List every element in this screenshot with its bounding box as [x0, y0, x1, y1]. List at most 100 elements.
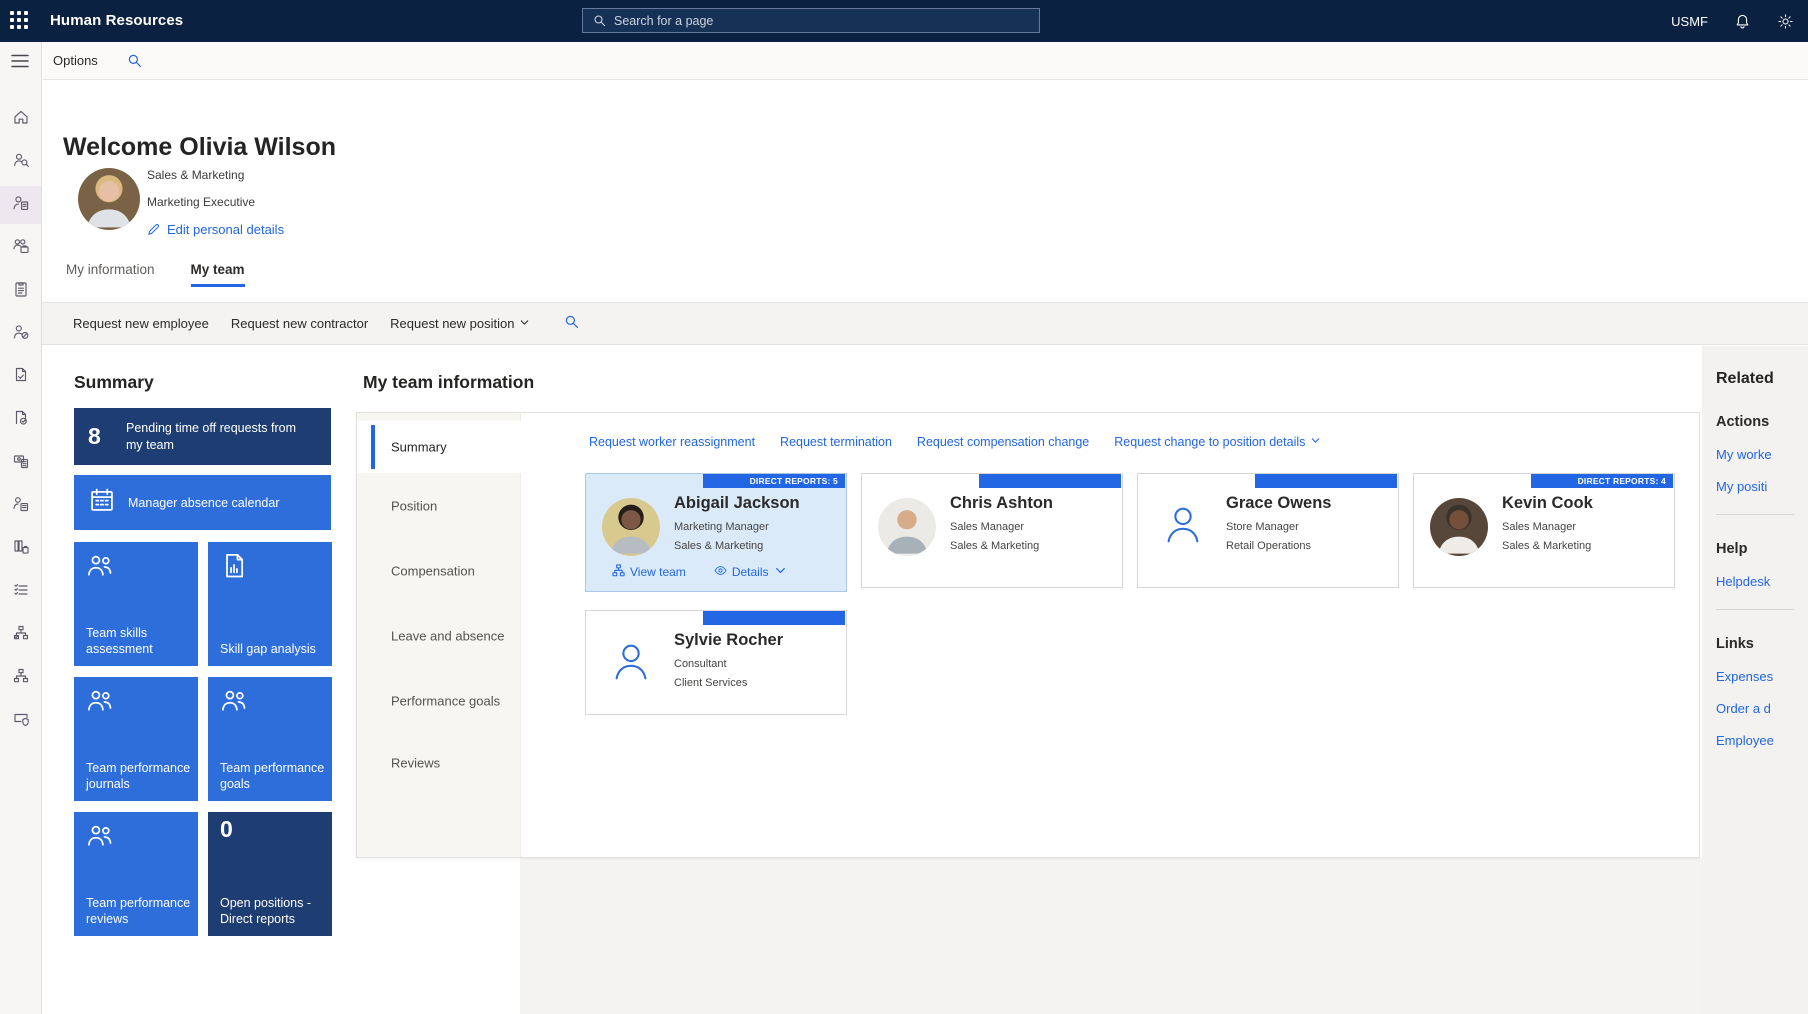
action-link-label: Request change to position details: [1114, 435, 1305, 449]
sidebar-item-person-absence[interactable]: [0, 315, 41, 353]
team-tab-performance-goals[interactable]: Performance goals: [391, 694, 500, 709]
sidebar-item-team-briefcase[interactable]: [0, 229, 41, 267]
details-link[interactable]: Details: [714, 564, 787, 580]
related-link-employee[interactable]: Employee: [1716, 733, 1808, 748]
sidebar-item-compliance-shield[interactable]: [0, 702, 41, 740]
employee-card-abigail-jackson[interactable]: DIRECT REPORTS: 5Abigail JacksonMarketin…: [585, 473, 847, 592]
calendar-icon: [88, 486, 128, 519]
toolbar-search-icon[interactable]: [564, 314, 579, 334]
profile-tabs: My information My team: [66, 262, 245, 287]
page-title: Welcome Olivia Wilson: [63, 133, 336, 162]
action-request-worker-reassignment[interactable]: Request worker reassignment: [589, 435, 755, 449]
people-icon: [86, 552, 114, 585]
tab-my-information[interactable]: My information: [66, 262, 155, 287]
employee-card-kevin-cook[interactable]: DIRECT REPORTS: 4Kevin CookSales Manager…: [1413, 473, 1675, 588]
employee-card-chris-ashton[interactable]: Chris AshtonSales ManagerSales & Marketi…: [861, 473, 1123, 588]
tile-open-positions-direct-reports[interactable]: 0Open positions - Direct reports: [208, 812, 332, 936]
tab-my-team[interactable]: My team: [191, 262, 245, 287]
related-section-help: Help: [1716, 541, 1808, 557]
related-link-my-worke[interactable]: My worke: [1716, 447, 1808, 462]
tile-team-performance-goals[interactable]: Team performance goals: [208, 677, 332, 801]
tile-label: Team performance journals: [86, 760, 192, 792]
settings-gear-icon[interactable]: [1777, 13, 1794, 30]
employee-name: Chris Ashton: [950, 494, 1053, 513]
tile-team-skills-assessment[interactable]: Team skills assessment: [74, 542, 198, 666]
action-request-change-to-position-details[interactable]: Request change to position details: [1114, 435, 1321, 449]
tile-skill-gap-analysis[interactable]: Skill gap analysis: [208, 542, 332, 666]
employee-card-sylvie-rocher[interactable]: Sylvie Rocher Consultant Client Services: [585, 610, 847, 715]
card-links-row: View team Details: [612, 564, 787, 580]
sidebar-item-org-approvals[interactable]: [0, 616, 41, 654]
tile-team-performance-reviews[interactable]: Team performance reviews: [74, 812, 198, 936]
sidebar-item-person-badge[interactable]: [0, 487, 41, 525]
options-menu[interactable]: Options: [53, 53, 98, 68]
toolbar-item-label: Request new contractor: [231, 316, 368, 331]
employee-title: Sales Manager: [1502, 521, 1576, 533]
page-search-input[interactable]: Search for a page: [582, 8, 1040, 33]
app-launcher-icon[interactable]: [10, 11, 28, 29]
direct-reports-badge: DIRECT REPORTS: 4: [1531, 474, 1673, 488]
employee-title: Consultant: [674, 658, 727, 670]
sidebar-item-payroll-calculator[interactable]: [0, 444, 41, 482]
team-tab-reviews[interactable]: Reviews: [391, 756, 440, 771]
direct-reports-badge: [703, 611, 845, 625]
people-search-icon: [12, 151, 30, 174]
sidebar-item-org-chart[interactable]: [0, 659, 41, 697]
edit-personal-details-link[interactable]: Edit personal details: [147, 222, 284, 237]
sidebar-item-document-review[interactable]: [0, 401, 41, 439]
toolbar-request-new-contractor[interactable]: Request new contractor: [231, 316, 368, 331]
sidebar-item-clipboard-tasks[interactable]: [0, 272, 41, 310]
compliance-shield-icon: [12, 710, 30, 733]
direct-reports-badge: [979, 474, 1121, 488]
manager-absence-calendar-tile[interactable]: Manager absence calendar: [74, 475, 331, 530]
home-icon: [12, 108, 30, 131]
sidebar-item-task-list[interactable]: [0, 573, 41, 611]
employee-photo: [878, 498, 936, 556]
toolbar-item-label: Request new position: [390, 316, 514, 331]
notifications-bell-icon[interactable]: [1734, 13, 1751, 30]
action-request-termination[interactable]: Request termination: [780, 435, 892, 449]
command-search-icon[interactable]: [127, 53, 142, 73]
employee-name: Sylvie Rocher: [674, 631, 783, 650]
team-briefcase-icon: [12, 237, 30, 260]
active-tab-indicator: [371, 425, 375, 469]
direct-reports-badge: DIRECT REPORTS: 5: [703, 474, 845, 488]
direct-reports-label: DIRECT REPORTS: 4: [1578, 476, 1666, 486]
pencil-icon: [147, 223, 160, 236]
team-tab-leave-and-absence[interactable]: Leave and absence: [391, 629, 504, 644]
people-icon: [220, 687, 248, 720]
pending-time-off-tile[interactable]: 8 Pending time off requests from my team: [74, 408, 331, 465]
tile-team-performance-journals[interactable]: Team performance journals: [74, 677, 198, 801]
app-title[interactable]: Human Resources: [50, 12, 183, 29]
company-selector[interactable]: USMF: [1671, 14, 1708, 29]
team-tab-position[interactable]: Position: [391, 499, 437, 514]
related-panel: Related ActionsMy workeMy positiHelpHelp…: [1702, 346, 1808, 1014]
employee-card-grace-owens[interactable]: Grace OwensStore ManagerRetail Operation…: [1137, 473, 1399, 588]
view-team-link[interactable]: View team: [612, 564, 686, 580]
sidebar-item-people-search[interactable]: [0, 143, 41, 181]
sidebar-item-person-document[interactable]: [0, 186, 41, 224]
team-tab-summary[interactable]: Summary: [391, 440, 447, 455]
sidebar-item-home[interactable]: [0, 100, 41, 138]
tile-label: Team performance goals: [220, 760, 326, 792]
employee-department: Sales & Marketing: [674, 540, 763, 552]
nav-toggle-hamburger-icon[interactable]: [11, 54, 29, 73]
action-link-label: Request worker reassignment: [589, 435, 755, 449]
sidebar-item-training-courses[interactable]: [0, 530, 41, 568]
related-link-my-positi[interactable]: My positi: [1716, 479, 1808, 494]
document-review-icon: [12, 409, 30, 432]
person-absence-icon: [12, 323, 30, 346]
related-link-helpdesk[interactable]: Helpdesk: [1716, 574, 1808, 589]
person-badge-icon: [12, 495, 30, 518]
related-link-expenses[interactable]: Expenses: [1716, 669, 1808, 684]
toolbar-request-new-employee[interactable]: Request new employee: [73, 316, 209, 331]
action-link-label: Request compensation change: [917, 435, 1089, 449]
employee-department: Client Services: [674, 677, 747, 689]
toolbar-request-new-position[interactable]: Request new position: [390, 316, 530, 331]
org-icon: [612, 564, 625, 580]
related-link-order-a-d[interactable]: Order a d: [1716, 701, 1808, 716]
sidebar-item-document-approve[interactable]: [0, 358, 41, 396]
action-request-compensation-change[interactable]: Request compensation change: [917, 435, 1089, 449]
team-tab-compensation[interactable]: Compensation: [391, 564, 475, 579]
action-toolbar: Request new employee Request new contract…: [42, 302, 1808, 345]
